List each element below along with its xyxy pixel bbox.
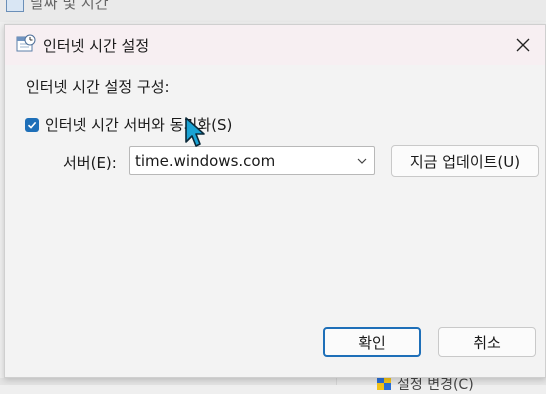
background-window-title: 날짜 및 시간 <box>30 0 109 12</box>
internet-time-settings-dialog: 인터넷 시간 설정 인터넷 시간 설정 구성: 인터넷 시간 서버와 동기화(S… <box>4 24 546 378</box>
cancel-button[interactable]: 취소 <box>438 327 536 357</box>
dialog-title: 인터넷 시간 설정 <box>43 37 150 55</box>
chevron-down-icon[interactable] <box>356 155 368 167</box>
server-label: 서버(E): <box>63 154 117 172</box>
dialog-titlebar: 인터넷 시간 설정 <box>5 25 545 65</box>
close-icon <box>516 38 530 52</box>
sync-checkbox-label[interactable]: 인터넷 시간 서버와 동기화(S) <box>45 114 232 135</box>
server-combobox[interactable]: time.windows.com <box>129 146 375 175</box>
ok-button[interactable]: 확인 <box>323 327 421 357</box>
update-now-button[interactable]: 지금 업데이트(U) <box>391 145 539 177</box>
section-label: 인터넷 시간 설정 구성: <box>26 78 170 96</box>
calendar-clock-icon <box>16 34 36 52</box>
sync-checkbox-row[interactable]: 인터넷 시간 서버와 동기화(S) <box>25 114 232 135</box>
calendar-icon <box>6 0 24 12</box>
sync-checkbox[interactable] <box>25 117 39 132</box>
background-window-titlebar: 날짜 및 시간 <box>0 0 546 22</box>
checkmark-icon <box>27 121 37 129</box>
close-button[interactable] <box>501 25 545 65</box>
shield-icon <box>377 376 391 390</box>
server-value[interactable]: time.windows.com <box>135 152 275 170</box>
background-window-body <box>0 378 340 385</box>
